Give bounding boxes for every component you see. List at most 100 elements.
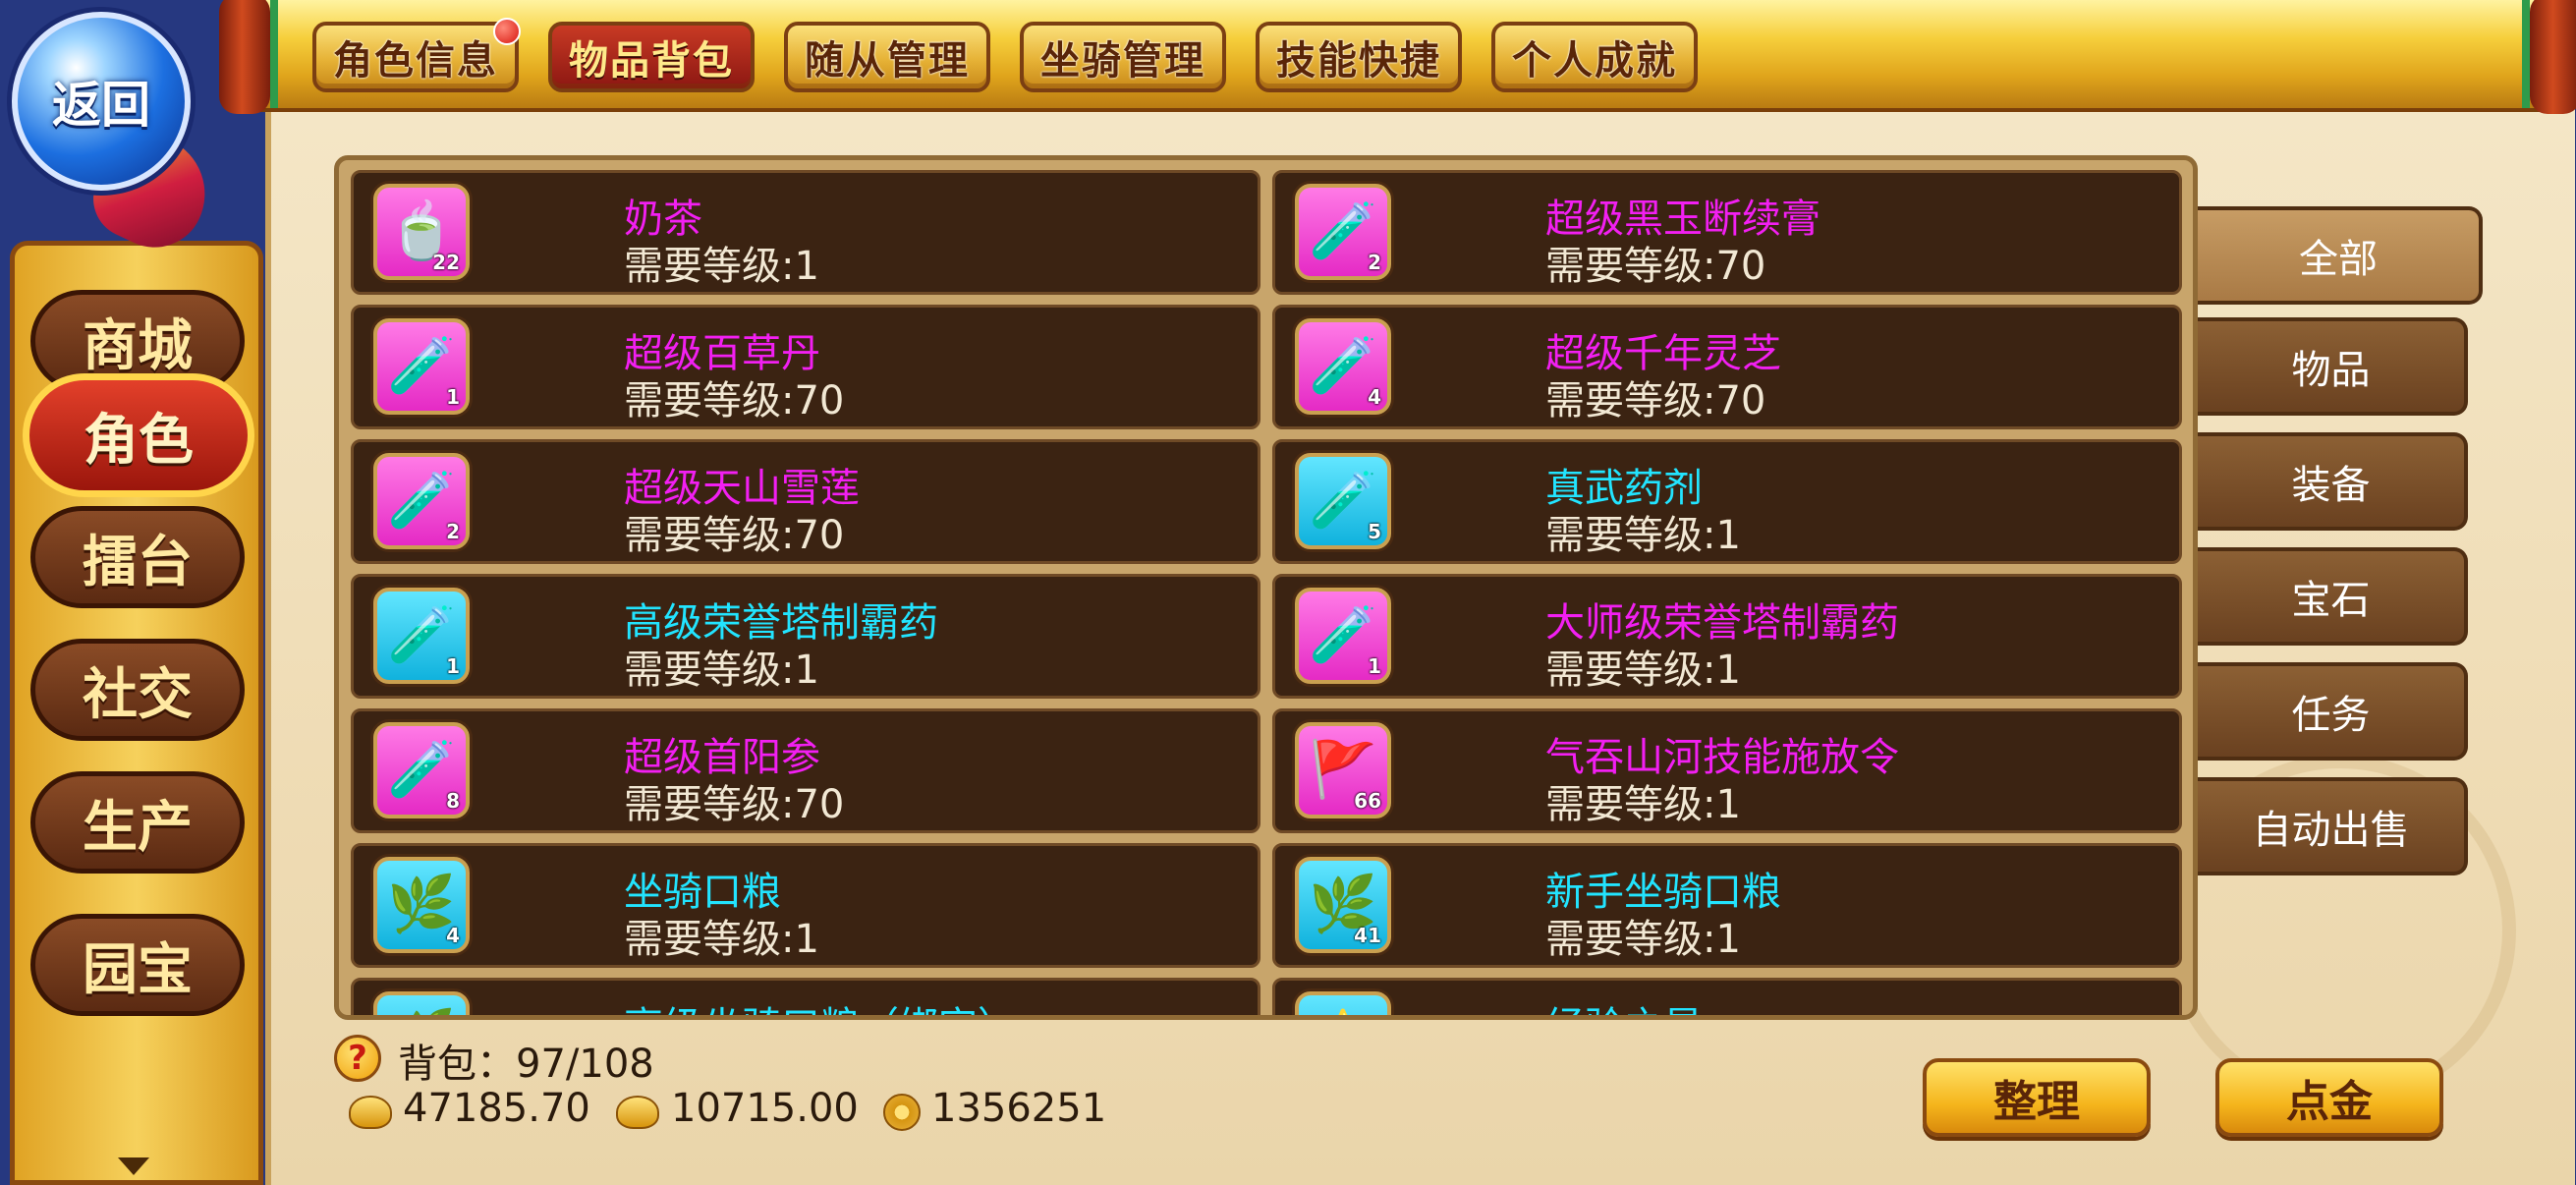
potion-green-icon: 🧪 5: [1295, 453, 1391, 549]
inventory-item[interactable]: 🌿 4 坐骑口粮 需要等级:1: [351, 843, 1260, 968]
tab-label: 技能快捷: [1276, 38, 1441, 84]
tab-label: 随从管理: [805, 38, 970, 84]
teacup-icon: 🍵 22: [373, 184, 470, 280]
potion-green-icon: 🧪 1: [373, 588, 470, 684]
category-auto-sell[interactable]: 自动出售: [2198, 777, 2468, 875]
scroll-down-arrow-icon[interactable]: [118, 1157, 149, 1175]
topup-label: 点金: [2286, 1077, 2373, 1127]
inventory-list[interactable]: 🍵 22 奶茶 需要等级:1 🧪 2 超级黑玉断续膏 需要等级:70 🧪 1 超级百草丹 需要等级:7…: [334, 155, 2198, 1020]
topup-button[interactable]: 点金: [2215, 1058, 2443, 1137]
tab-role-info[interactable]: 角色信息: [312, 18, 521, 92]
bound-gold-ingot-icon: [616, 1096, 659, 1129]
sidebar-item-social[interactable]: 社交: [30, 639, 245, 741]
item-quantity: 2: [1368, 251, 1381, 274]
item-level-requirement: 需要等级:1: [1545, 782, 1741, 827]
back-button[interactable]: 返回: [12, 12, 191, 191]
item-quantity: 22: [432, 251, 460, 274]
inventory-row: 🌿 4 坐骑口粮 需要等级:1 🌿 41 新手坐骑口粮 需要等级:1: [351, 843, 2183, 968]
inventory-item[interactable]: 🧪 4 超级千年灵芝 需要等级:70: [1272, 305, 2182, 429]
sidebar-item-arena[interactable]: 擂台: [30, 506, 245, 608]
tab-achievements[interactable]: 个人成就: [1491, 22, 1698, 92]
inventory-item[interactable]: 🧪 1 大师级荣誉塔制霸药 需要等级:1: [1272, 574, 2182, 699]
item-quantity: 2: [446, 520, 460, 543]
item-quantity: 4: [446, 924, 460, 947]
inventory-item[interactable]: 🌿 高级坐骑口粮（绑定）: [351, 978, 1260, 1016]
sidebar-item-label: 生产: [83, 795, 193, 860]
category-label: 自动出售: [2252, 808, 2410, 853]
potion-red-icon: 🧪 1: [373, 318, 470, 415]
item-name: 经验之星: [1545, 994, 1703, 1015]
item-level-requirement: 需要等级:70: [624, 378, 845, 423]
gold-amount: 47185.70: [403, 1086, 590, 1131]
top-tab-bar: 角色信息 物品背包 随从管理 坐骑管理 技能快捷 个人成就: [312, 18, 1698, 92]
item-level-requirement: 需要等级:70: [1545, 378, 1766, 423]
scroll-stripe: [270, 0, 278, 108]
item-glyph: ⭐: [1309, 1012, 1377, 1016]
item-quantity: 1: [1368, 654, 1381, 678]
item-level-requirement: 需要等级:1: [1545, 513, 1741, 558]
item-name: 高级坐骑口粮（绑定）: [624, 994, 1017, 1015]
category-all[interactable]: 全部: [2198, 206, 2483, 305]
inventory-item[interactable]: 🧪 2 超级天山雪莲 需要等级:70: [351, 439, 1260, 564]
sidebar-item-label: 园宝: [83, 937, 193, 1002]
inventory-item[interactable]: 🚩 66 气吞山河技能施放令 需要等级:1: [1272, 708, 2182, 833]
back-label: 返回: [52, 77, 150, 134]
gold-ingot-icon: [349, 1096, 392, 1129]
tab-skill-shortcuts[interactable]: 技能快捷: [1256, 22, 1462, 92]
category-label: 任务: [2291, 693, 2371, 738]
category-items[interactable]: 物品: [2198, 317, 2468, 416]
item-quantity: 1: [446, 654, 460, 678]
item-level-requirement: 需要等级:70: [624, 513, 845, 558]
category-gems[interactable]: 宝石: [2198, 547, 2468, 646]
inventory-item[interactable]: ⭐ 经验之星: [1272, 978, 2182, 1016]
tab-followers[interactable]: 随从管理: [784, 22, 990, 92]
inventory-item[interactable]: 🧪 1 超级百草丹 需要等级:70: [351, 305, 1260, 429]
item-level-requirement: 需要等级:70: [624, 782, 845, 827]
tab-mounts[interactable]: 坐骑管理: [1020, 22, 1226, 92]
bound-gold-amount: 10715.00: [671, 1086, 859, 1131]
coin-amount: 1356251: [931, 1086, 1107, 1131]
item-level-requirement: 需要等级:1: [624, 244, 819, 289]
item-quantity: 1: [446, 385, 460, 409]
tab-label: 角色信息: [333, 38, 498, 84]
item-glyph: 🌿: [387, 1012, 456, 1016]
inventory-row: 🍵 22 奶茶 需要等级:1 🧪 2 超级黑玉断续膏 需要等级:70: [351, 170, 2183, 295]
inventory-item[interactable]: 🍵 22 奶茶 需要等级:1: [351, 170, 1260, 295]
grass-feed-icon: 🌿 41: [1295, 857, 1391, 953]
flag-token-icon: 🚩 66: [1295, 722, 1391, 818]
sidebar-item-role[interactable]: 角色: [23, 373, 254, 497]
tab-label: 物品背包: [569, 38, 734, 84]
item-level-requirement: 需要等级:70: [1545, 244, 1766, 289]
help-icon[interactable]: ?: [334, 1035, 381, 1082]
tab-inventory[interactable]: 物品背包: [548, 22, 755, 92]
sidebar-item-label: 擂台: [83, 530, 193, 594]
sidebar-item-label: 社交: [83, 662, 193, 727]
category-label: 全部: [2299, 237, 2378, 282]
inventory-item[interactable]: 🌿 41 新手坐骑口粮 需要等级:1: [1272, 843, 2182, 968]
item-level-requirement: 需要等级:1: [1545, 648, 1741, 693]
item-quantity: 66: [1354, 789, 1381, 813]
grass-feed-icon: 🌿: [373, 991, 470, 1016]
potion-green-icon: 🧪 8: [373, 722, 470, 818]
sort-button[interactable]: 整理: [1923, 1058, 2151, 1137]
sidebar-item-production[interactable]: 生产: [30, 771, 245, 874]
star-icon: ⭐: [1295, 991, 1391, 1016]
sidebar: 商城 角色 擂台 社交 生产 园宝: [10, 241, 263, 1185]
item-level-requirement: 需要等级:1: [1545, 917, 1741, 962]
category-label: 宝石: [2291, 578, 2371, 623]
item-quantity: 8: [446, 789, 460, 813]
scroll-stripe: [2522, 0, 2530, 108]
inventory-item[interactable]: 🧪 8 超级首阳参 需要等级:70: [351, 708, 1260, 833]
potion-blue-icon: 🧪 2: [373, 453, 470, 549]
bag-capacity: 背包：97/108: [398, 1042, 654, 1087]
inventory-item[interactable]: 🧪 1 高级荣誉塔制霸药 需要等级:1: [351, 574, 1260, 699]
inventory-row: 🧪 2 超级天山雪莲 需要等级:70 🧪 5 真武药剂 需要等级:1: [351, 439, 2183, 564]
category-equipment[interactable]: 装备: [2198, 432, 2468, 531]
category-quest[interactable]: 任务: [2198, 662, 2468, 761]
item-quantity: 5: [1368, 520, 1381, 543]
sidebar-item-treasure[interactable]: 园宝: [30, 914, 245, 1016]
inventory-item[interactable]: 🧪 5 真武药剂 需要等级:1: [1272, 439, 2182, 564]
item-level-requirement: 需要等级:1: [624, 917, 819, 962]
inventory-item[interactable]: 🧪 2 超级黑玉断续膏 需要等级:70: [1272, 170, 2182, 295]
sidebar-item-label: 角色: [84, 408, 194, 473]
